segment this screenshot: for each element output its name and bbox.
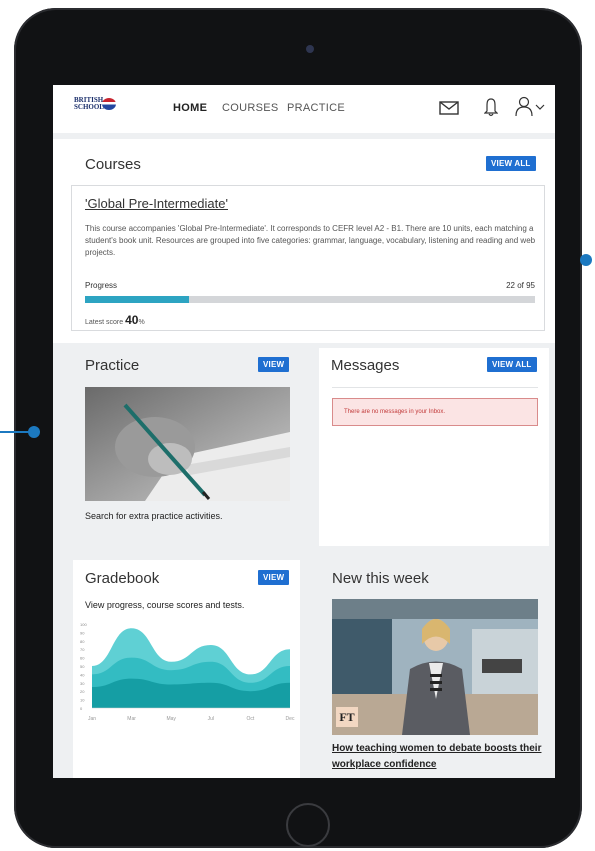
gradebook-view-button[interactable]: VIEW [258,570,290,585]
y-tick-label: 60 [80,656,85,661]
x-tick-label: May [166,716,176,722]
practice-title: Practice [85,357,140,374]
y-tick-label: 30 [80,681,85,686]
callout-line-left [0,431,30,433]
course-card: 'Global Pre-Intermediate' This course ac… [71,185,545,331]
latest-score-label: Latest score [85,319,124,326]
messages-divider [332,387,538,388]
mail-icon[interactable] [439,101,459,115]
home-hardware-button[interactable] [286,803,330,847]
progress-bar-fill [85,296,190,303]
logo-text-line2: SCHOOL [74,103,104,111]
callout-dot-left [28,426,40,438]
bell-icon[interactable] [484,97,498,117]
messages-card [319,348,549,546]
ft-logo: FT [336,707,358,727]
x-tick-label: Mar [127,716,136,722]
course-description: This course accompanies 'Global Pre-Inte… [85,224,536,257]
y-tick-label: 70 [80,647,85,652]
nav-practice[interactable]: PRACTICE [287,102,345,114]
practice-view-button[interactable]: VIEW [258,357,290,372]
messages-view-all-button[interactable]: VIEW ALL [487,357,537,372]
callout-dot-right [580,254,592,266]
y-tick-label: 0 [80,706,83,711]
flag-icon [102,98,116,110]
top-nav: BRITISH SCHOOL HOME COURSES PRACTICE [53,85,555,133]
y-tick-label: 80 [80,639,85,644]
no-messages-alert: There are no messages in your Inbox. [332,398,538,426]
latest-score-unit: % [138,319,145,326]
app-screen: BRITISH SCHOOL HOME COURSES PRACTICE Cou… [53,85,555,778]
school-logo[interactable]: BRITISH SCHOOL [74,97,116,111]
practice-caption: Search for extra practice activities. [85,511,223,521]
x-tick-label: Jul [208,716,214,722]
courses-title: Courses [85,156,141,173]
messages-title: Messages [331,357,400,374]
latest-score-value: 40 [125,313,139,327]
progress-bar [85,296,535,303]
writing-hand-image [85,387,290,501]
x-tick-label: Oct [247,716,255,722]
news-article-link[interactable]: How teaching women to debate boosts thei… [332,741,542,773]
gradebook-title: Gradebook [85,570,160,587]
user-menu-icon[interactable] [515,96,549,118]
y-tick-label: 100 [80,622,87,627]
news-title: New this week [332,570,429,587]
y-tick-label: 40 [80,672,85,677]
course-link[interactable]: 'Global Pre-Intermediate' [85,196,228,211]
progress-count: 22 of 95 [506,281,535,290]
businesswoman-image [332,599,538,735]
progress-label: Progress [85,281,118,290]
x-tick-label: Dec [286,716,295,722]
courses-view-all-button[interactable]: VIEW ALL [486,156,536,171]
gradebook-area-chart: 0 10 20 30 40 50 60 70 80 90 100 Jan Mar May Jul Oct Dec [80,622,295,722]
x-tick-label: Jan [88,716,96,722]
nav-home[interactable]: HOME [173,102,207,114]
nav-courses[interactable]: COURSES [222,102,279,114]
y-tick-label: 90 [80,630,85,635]
latest-score: Latest score 40% [85,313,145,327]
practice-photo [85,387,290,501]
y-tick-label: 10 [80,698,85,703]
camera-dot [306,45,314,53]
gradebook-caption: View progress, course scores and tests. [85,600,245,610]
news-photo[interactable] [332,599,538,735]
y-tick-label: 20 [80,689,85,694]
y-tick-label: 50 [80,664,85,669]
